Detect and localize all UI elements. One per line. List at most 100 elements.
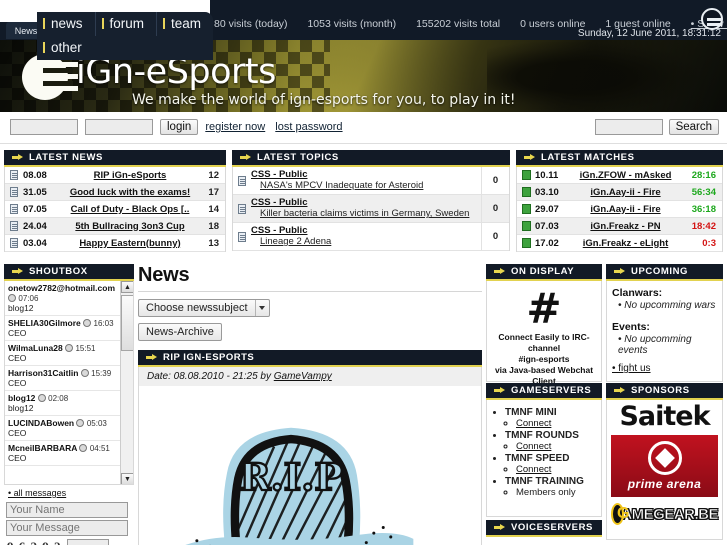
- chevron-down-icon[interactable]: [254, 300, 269, 316]
- clanwars-label: Clanwars:: [612, 287, 663, 299]
- news-archive-button[interactable]: News-Archive: [138, 323, 222, 341]
- news-link[interactable]: Call of Duty - Black Ops [..: [71, 204, 190, 215]
- forum-icon: [233, 195, 251, 222]
- nav-item-other[interactable]: other: [37, 36, 94, 60]
- gamegear-g-icon: [611, 503, 630, 525]
- match-row[interactable]: 10.11 iGn.ZFOW - mAsked 28:16: [517, 167, 722, 184]
- password-input[interactable]: [85, 119, 153, 135]
- gamegear-logo[interactable]: AMEGEAR.BE: [611, 501, 719, 527]
- shoutbox-scrollbar[interactable]: ▲ ▼: [120, 281, 133, 484]
- match-title-cell: iGn.Freakz - eLight: [571, 238, 680, 249]
- list-item: TMNF MINI Connect: [505, 407, 596, 429]
- server-sub[interactable]: Connect: [516, 418, 596, 429]
- topic-row[interactable]: CSS - Public Killer bacteria claims vict…: [233, 195, 509, 223]
- prime-arena-logo[interactable]: prime arena: [611, 435, 718, 497]
- match-score: 28:16: [691, 169, 716, 181]
- nav-item-team[interactable]: team: [157, 12, 213, 36]
- lost-password-link[interactable]: lost password: [275, 121, 342, 133]
- all-messages-link[interactable]: • all messages: [8, 488, 66, 498]
- fight-us-link[interactable]: • fight us: [612, 363, 651, 374]
- scroll-up-icon[interactable]: ▲: [121, 281, 133, 293]
- article-body: R.I.P: [138, 386, 482, 545]
- match-date: 17.02: [535, 237, 559, 249]
- match-row[interactable]: 17.02 iGn.Freakz - eLight 0:3: [517, 235, 722, 252]
- news-title-cell: RIP iGn-eSports: [59, 170, 201, 181]
- shout-body: CEO: [8, 328, 27, 338]
- match-row[interactable]: 29.07 iGn.Aay-ii - Fire 36:18: [517, 201, 722, 218]
- captcha-input[interactable]: [66, 539, 109, 545]
- saitek-logo[interactable]: Saitek: [611, 402, 718, 432]
- topic-row[interactable]: CSS - Public NASA's MPCV Inadequate for …: [233, 167, 509, 195]
- upcoming-body: Clanwars: • No upcomming wars Events: • …: [606, 281, 723, 382]
- match-link[interactable]: iGn.Freakz - eLight: [583, 238, 669, 249]
- topic-category-link[interactable]: CSS - Public: [251, 225, 481, 236]
- arrow-right-icon: [494, 268, 505, 275]
- newssubject-select-label: Choose newssubject: [146, 302, 248, 314]
- shout-message: LUCINDABowen 05:03 CEO: [5, 416, 120, 441]
- match-link[interactable]: iGn.Aay-ii - Fire: [590, 204, 660, 215]
- username-input[interactable]: [10, 119, 78, 135]
- news-date: 08.08: [23, 169, 47, 181]
- latest-news-title: LATEST NEWS: [29, 152, 103, 163]
- scrollbar-thumb[interactable]: [121, 295, 133, 351]
- topic-subject-link[interactable]: Lineage 2 Adena: [260, 236, 481, 247]
- match-link[interactable]: iGn.Aay-ii - Fire: [590, 187, 660, 198]
- server-name: TMNF ROUNDS: [505, 430, 579, 441]
- match-row[interactable]: 03.10 iGn.Aay-ii - Fire 56:34: [517, 184, 722, 201]
- news-link[interactable]: RIP iGn-eSports: [94, 170, 167, 181]
- latest-news-list: 08.08 RIP iGn-eSports 12 31.05 Good luck…: [4, 167, 226, 252]
- topic-category-link[interactable]: CSS - Public: [251, 169, 481, 180]
- server-sub[interactable]: Connect: [516, 441, 596, 452]
- events-value: • No upcomming events: [618, 334, 692, 356]
- match-link[interactable]: iGn.ZFOW - mAsked: [580, 170, 672, 181]
- login-button[interactable]: login: [160, 119, 199, 135]
- nav-item-news[interactable]: news: [37, 12, 96, 36]
- topic-text: CSS - Public Killer bacteria claims vict…: [251, 195, 481, 222]
- arrow-right-icon: [12, 154, 23, 161]
- search-button[interactable]: Search: [668, 119, 719, 135]
- latest-news-header: LATEST NEWS: [4, 150, 226, 167]
- match-link[interactable]: iGn.Freakz - PN: [590, 221, 660, 232]
- connect-link[interactable]: Connect: [516, 464, 551, 475]
- shoutbox-header: SHOUTBOX: [4, 264, 134, 281]
- register-link[interactable]: register now: [205, 121, 265, 133]
- table-row[interactable]: 24.04 5th Bullracing 3on3 Cup 18: [5, 218, 225, 235]
- stat-visits-month: 1053 visits (month): [307, 18, 397, 30]
- shout-time: 15:39: [91, 369, 112, 378]
- topic-category-link[interactable]: CSS - Public: [251, 197, 481, 208]
- gameservers-body: TMNF MINI Connect TMNF ROUNDS Connect TM…: [486, 400, 602, 517]
- server-name: TMNF MINI: [505, 407, 557, 418]
- connect-link[interactable]: Connect: [516, 441, 551, 452]
- shout-name-input[interactable]: [6, 502, 128, 518]
- server-sub[interactable]: Connect: [516, 464, 596, 475]
- shout-message-input[interactable]: [6, 520, 128, 536]
- scroll-down-icon[interactable]: ▼: [121, 473, 133, 484]
- arrow-right-icon: [146, 354, 157, 361]
- news-link[interactable]: Good luck with the exams!: [70, 187, 190, 198]
- sponsors-title: SPONSORS: [631, 385, 690, 396]
- newssubject-select[interactable]: Choose newssubject: [138, 299, 270, 317]
- arrow-right-icon: [614, 268, 625, 275]
- article-author-link[interactable]: GameVampy: [274, 371, 332, 382]
- shout-message: Harrison31Caitlin 15:39 CEO: [5, 366, 120, 391]
- voiceservers-header: VOICESERVERS: [486, 520, 602, 537]
- gameservers-title: GAMESERVERS: [511, 385, 592, 396]
- search-input[interactable]: [594, 119, 663, 135]
- match-row[interactable]: 07.03 iGn.Freakz - PN 18:42: [517, 218, 722, 235]
- table-row[interactable]: 31.05 Good luck with the exams! 17: [5, 184, 225, 201]
- topic-subject-link[interactable]: Killer bacteria claims victims in German…: [260, 208, 481, 219]
- table-row[interactable]: 08.08 RIP iGn-eSports 12: [5, 167, 225, 184]
- topic-row[interactable]: CSS - Public Lineage 2 Adena 0: [233, 223, 509, 251]
- nav-item-forum[interactable]: forum: [96, 12, 158, 36]
- match-status-icon: [517, 169, 535, 181]
- hash-icon: #: [526, 284, 562, 333]
- table-row[interactable]: 07.05 Call of Duty - Black Ops [.. 14: [5, 201, 225, 218]
- nav-row-secondary: other: [37, 36, 213, 60]
- news-link[interactable]: 5th Bullracing 3on3 Cup: [75, 221, 184, 232]
- smiley-icon: [79, 444, 88, 452]
- connect-link[interactable]: Connect: [516, 418, 551, 429]
- news-link[interactable]: Happy Eastern(bunny): [79, 238, 180, 249]
- table-row[interactable]: 03.04 Happy Eastern(bunny) 13: [5, 235, 225, 252]
- latest-matches-list: 10.11 iGn.ZFOW - mAsked 28:16 03.10 iGn.…: [516, 167, 723, 252]
- topic-subject-link[interactable]: NASA's MPCV Inadequate for Asteroid: [260, 180, 481, 191]
